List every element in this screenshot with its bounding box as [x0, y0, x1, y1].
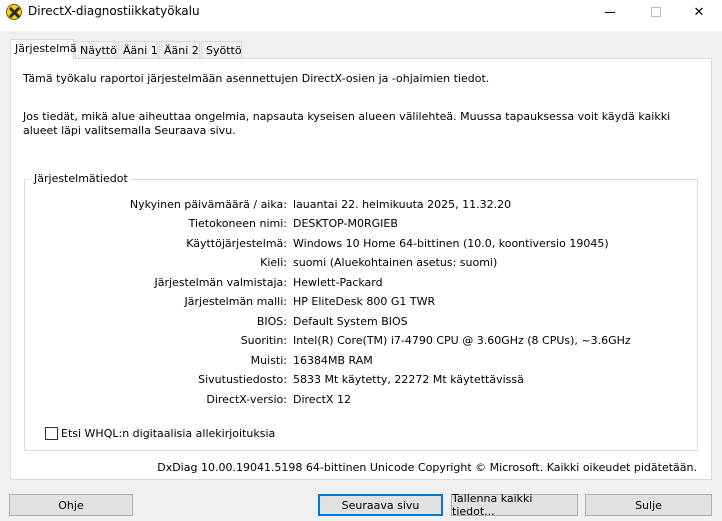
info-row-computer-name: Tietokoneen nimi: DESKTOP-M0RGIEB: [25, 217, 699, 233]
minimize-icon: [605, 11, 615, 13]
info-label: Järjestelmän valmistaja:: [154, 276, 288, 289]
tab-sound-1[interactable]: Ääni 1: [118, 41, 158, 59]
tab-input[interactable]: Syöttö: [201, 41, 242, 59]
whql-checkbox-label: Etsi WHQL:n digitaalisia allekirjoituksi…: [61, 427, 276, 440]
info-value: DESKTOP-M0RGIEB: [293, 217, 398, 230]
info-label: Tietokoneen nimi:: [188, 217, 287, 230]
close-button[interactable]: Sulje: [585, 494, 712, 516]
info-label: Käyttöjärjestelmä:: [186, 237, 287, 250]
info-label: Suoritin:: [240, 334, 287, 347]
minimize-button[interactable]: [587, 0, 633, 24]
close-icon: ✕: [693, 4, 705, 20]
info-value: Intel(R) Core(TM) i7-4790 CPU @ 3.60GHz …: [293, 334, 631, 347]
info-row-manufacturer: Järjestelmän valmistaja: Hewlett-Packard: [25, 276, 699, 292]
instructions-text: Jos tiedät, mikä alue aiheuttaa ongelmia…: [23, 110, 671, 137]
info-label: BIOS:: [256, 315, 287, 328]
info-value: lauantai 22. helmikuuta 2025, 11.32.20: [293, 198, 512, 211]
next-page-button[interactable]: Seuraava sivu: [318, 494, 443, 516]
info-row-language: Kieli: suomi (Aluekohtainen asetus: suom…: [25, 256, 699, 272]
info-row-page-file: Sivutustiedosto: 5833 Mt käytetty, 22272…: [25, 373, 699, 389]
info-label: DirectX-versio:: [206, 393, 287, 406]
info-row-memory: Muisti: 16384MB RAM: [25, 354, 699, 370]
intro-text: Tämä työkalu raportoi järjestelmään asen…: [23, 72, 490, 85]
window-title: DirectX-diagnostiikkatyökalu: [28, 4, 200, 18]
copyright-text: DxDiag 10.00.19041.5198 64-bittinen Unic…: [157, 461, 697, 474]
info-value: Default System BIOS: [293, 315, 408, 328]
help-button[interactable]: Ohje: [9, 494, 133, 516]
whql-checkbox-control[interactable]: Etsi WHQL:n digitaalisia allekirjoituksi…: [45, 427, 275, 440]
maximize-button: [633, 0, 679, 24]
whql-checkbox[interactable]: [45, 427, 58, 440]
maximize-icon: [651, 7, 661, 17]
info-row-os: Käyttöjärjestelmä: Windows 10 Home 64-bi…: [25, 237, 699, 253]
tab-display[interactable]: Näyttö: [75, 41, 117, 59]
title-bar: DirectX-diagnostiikkatyökalu ✕: [0, 0, 722, 31]
info-value: suomi (Aluekohtainen asetus: suomi): [293, 256, 498, 269]
tab-system[interactable]: Järjestelmä: [10, 39, 77, 60]
info-value: HP EliteDesk 800 G1 TWR: [293, 295, 436, 308]
save-all-button[interactable]: Tallenna kaikki tiedot...: [451, 492, 578, 518]
info-value: Hewlett-Packard: [293, 276, 383, 289]
info-row-datetime: Nykyinen päivämäärä / aika: lauantai 22.…: [25, 198, 699, 214]
close-window-button[interactable]: ✕: [676, 0, 722, 24]
info-row-directx-version: DirectX-versio: DirectX 12: [25, 393, 699, 409]
tab-panel-system: Tämä työkalu raportoi järjestelmään asen…: [10, 58, 712, 480]
info-label: Kieli:: [260, 256, 287, 269]
info-row-processor: Suoritin: Intel(R) Core(TM) i7-4790 CPU …: [25, 334, 699, 350]
tab-sound-2[interactable]: Ääni 2: [159, 41, 200, 59]
info-row-model: Järjestelmän malli: HP EliteDesk 800 G1 …: [25, 295, 699, 311]
info-value: 5833 Mt käytetty, 22272 Mt käytettävissä: [293, 373, 524, 386]
directx-app-icon: [6, 4, 22, 20]
group-title: Järjestelmätiedot: [31, 172, 131, 185]
info-label: Järjestelmän malli:: [184, 295, 287, 308]
info-value: DirectX 12: [293, 393, 351, 406]
info-label: Muisti:: [250, 354, 287, 367]
info-value: 16384MB RAM: [293, 354, 373, 367]
system-info-group: Järjestelmätiedot Nykyinen päivämäärä / …: [24, 172, 699, 451]
info-row-bios: BIOS: Default System BIOS: [25, 315, 699, 331]
info-label: Sivutustiedosto:: [198, 373, 287, 386]
info-value: Windows 10 Home 64-bittinen (10.0, koont…: [293, 237, 609, 250]
info-label: Nykyinen päivämäärä / aika:: [129, 198, 287, 211]
